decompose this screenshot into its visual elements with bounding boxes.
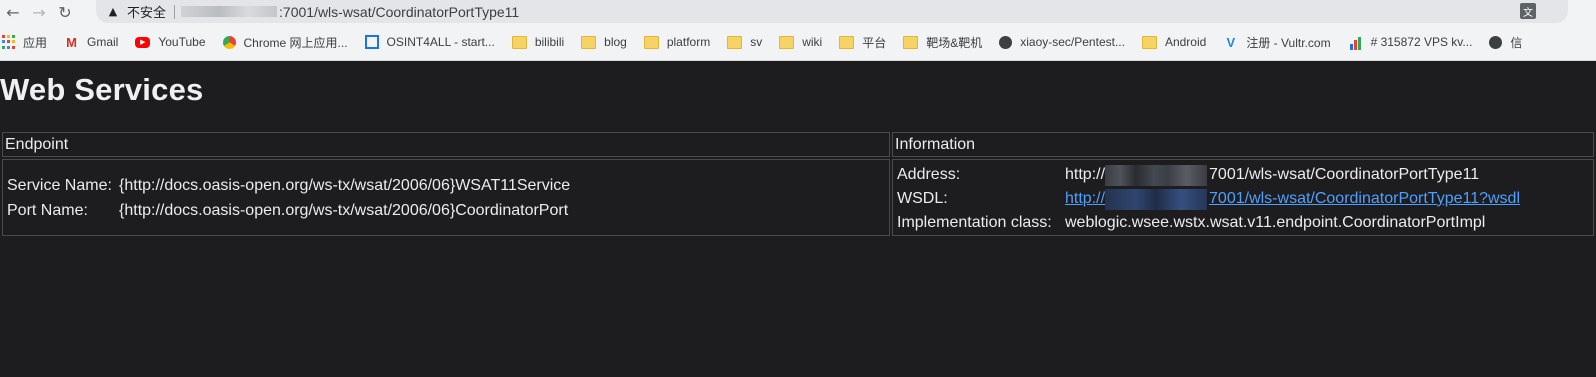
web-services-table: Endpoint Information Service Name: {http… bbox=[0, 130, 1596, 238]
port-name-label: Port Name: bbox=[7, 202, 88, 219]
bookmark-label: platform bbox=[666, 35, 711, 49]
github-icon bbox=[999, 35, 1013, 49]
bookmark-label: Android bbox=[1164, 35, 1207, 49]
address-prefix: http:// bbox=[1065, 165, 1106, 183]
address-bar[interactable]: ▲ 不安全 :7001/wls-wsat/CoordinatorPortType… bbox=[96, 0, 1568, 23]
bookmark-label: sv bbox=[750, 35, 763, 49]
wsdl-suffix[interactable]: 7001/wls-wsat/CoordinatorPortType11?wsdl bbox=[1209, 190, 1520, 207]
folder-icon bbox=[839, 35, 855, 50]
redacted-host bbox=[1105, 189, 1208, 211]
bookmark-label: blog bbox=[604, 35, 627, 49]
github-icon bbox=[1489, 35, 1503, 49]
wsdl-link[interactable]: http:// 7001/wls-wsat/CoordinatorPortType… bbox=[1065, 188, 1589, 211]
bookmarks-bar: 应用 M Gmail ▶ YouTube Chrome 网上应用... OSIN… bbox=[0, 24, 1596, 60]
bookmark-label: xiaoy-sec/Pentest... bbox=[1020, 35, 1125, 49]
page-title: Web Services bbox=[0, 72, 204, 107]
folder-icon bbox=[727, 35, 743, 50]
security-status-label[interactable]: 不安全 bbox=[127, 2, 166, 21]
bookmark-label: 平台 bbox=[862, 35, 887, 50]
folder-icon bbox=[643, 35, 659, 50]
bookmark-label: 注册 - Vultr.com bbox=[1246, 35, 1331, 50]
implementation-class-value: weblogic.wsee.wstx.wsat.v11.endpoint.Coo… bbox=[1065, 213, 1486, 231]
bookmark-youtube[interactable]: ▶ YouTube bbox=[135, 35, 206, 49]
browser-toolbar: ← → ↻ ▲ 不安全 :7001/wls-wsat/CoordinatorPo… bbox=[0, 0, 1596, 24]
folder-icon bbox=[903, 35, 919, 50]
chrome-webstore-icon bbox=[222, 35, 236, 49]
table-row: Service Name: {http://docs.oasis-open.or… bbox=[2, 159, 1594, 236]
bookmark-osint4all[interactable]: OSINT4ALL - start... bbox=[364, 35, 495, 49]
address-suffix: 7001/wls-wsat/CoordinatorPortType11 bbox=[1209, 165, 1480, 183]
bookmark-label: wiki bbox=[802, 35, 823, 49]
bookmark-bilibili[interactable]: bilibili bbox=[511, 35, 565, 50]
redacted-host bbox=[1105, 165, 1208, 187]
bookmark-platform[interactable]: platform bbox=[643, 35, 711, 50]
bookmark-label: YouTube bbox=[158, 35, 206, 49]
bookmark-sv[interactable]: sv bbox=[727, 35, 762, 50]
implementation-class-label: Implementation class: bbox=[897, 213, 1052, 231]
bookmark-pingtai[interactable]: 平台 bbox=[839, 34, 886, 51]
bookmark-gmail[interactable]: M Gmail bbox=[64, 35, 118, 50]
translate-icon[interactable]: 文 bbox=[1520, 3, 1536, 19]
bookmark-label: 信 bbox=[1510, 35, 1523, 50]
bookmark-chrome-webstore[interactable]: Chrome 网上应用... bbox=[222, 34, 348, 51]
table-header-row: Endpoint Information bbox=[2, 132, 1594, 157]
bookmark-label: Chrome 网上应用... bbox=[243, 35, 348, 50]
folder-icon bbox=[1141, 35, 1157, 50]
youtube-icon: ▶ bbox=[135, 36, 151, 48]
address-label: Address: bbox=[897, 165, 961, 183]
bookmark-label: Gmail bbox=[87, 35, 119, 49]
osint-icon bbox=[364, 35, 379, 49]
folder-icon bbox=[511, 35, 527, 50]
column-header-endpoint: Endpoint bbox=[2, 132, 890, 157]
gmail-icon: M bbox=[66, 34, 77, 50]
bookmark-label: 应用 bbox=[23, 35, 48, 50]
bookmark-xin[interactable]: 信 bbox=[1489, 34, 1522, 51]
endpoint-cell: Service Name: {http://docs.oasis-open.or… bbox=[2, 159, 890, 236]
back-arrow-icon[interactable]: ← bbox=[0, 1, 26, 23]
vultr-icon: V bbox=[1226, 34, 1236, 50]
bookmark-vps[interactable]: # 315872 VPS kv... bbox=[1348, 35, 1473, 50]
chart-bars-icon bbox=[1348, 35, 1363, 50]
bookmark-bachang[interactable]: 靶场&靶机 bbox=[903, 34, 982, 51]
browser-chrome: ← → ↻ ▲ 不安全 :7001/wls-wsat/CoordinatorPo… bbox=[0, 0, 1596, 61]
bookmark-label: # 315872 VPS kv... bbox=[1370, 35, 1473, 49]
service-name-label: Service Name: bbox=[7, 177, 112, 194]
redacted-host bbox=[181, 6, 278, 17]
port-name-value: {http://docs.oasis-open.org/ws-tx/wsat/2… bbox=[119, 202, 569, 219]
omnibox-divider bbox=[174, 4, 176, 19]
information-cell: Address: http:// 7001/wls-wsat/Coordinato… bbox=[892, 159, 1594, 236]
bookmark-label: 靶场&靶机 bbox=[926, 35, 983, 50]
bookmark-blog[interactable]: blog bbox=[581, 35, 627, 50]
bookmark-android[interactable]: Android bbox=[1141, 35, 1207, 50]
bookmark-github-pentest[interactable]: xiaoy-sec/Pentest... bbox=[999, 35, 1125, 49]
address-value: http:// 7001/wls-wsat/CoordinatorPortType… bbox=[1065, 164, 1589, 187]
forward-arrow-icon[interactable]: → bbox=[26, 1, 52, 23]
url-text[interactable]: :7001/wls-wsat/CoordinatorPortType11 bbox=[279, 4, 519, 20]
bookmark-apps[interactable]: 应用 bbox=[2, 34, 47, 51]
wsdl-label: WSDL: bbox=[897, 189, 948, 207]
service-name-value: {http://docs.oasis-open.org/ws-tx/wsat/2… bbox=[119, 177, 571, 194]
bookmark-label: OSINT4ALL - start... bbox=[386, 35, 495, 49]
column-header-information: Information bbox=[892, 132, 1594, 157]
warning-triangle-icon[interactable]: ▲ bbox=[105, 5, 121, 19]
wsdl-prefix[interactable]: http:// bbox=[1065, 190, 1105, 207]
reload-icon[interactable]: ↻ bbox=[52, 1, 78, 23]
bookmark-wiki[interactable]: wiki bbox=[779, 35, 822, 50]
apps-grid-icon bbox=[2, 34, 15, 50]
bookmark-vultr[interactable]: V 注册 - Vultr.com bbox=[1223, 34, 1330, 51]
bookmark-label: bilibili bbox=[534, 35, 565, 49]
folder-icon bbox=[581, 35, 597, 50]
folder-icon bbox=[779, 35, 795, 50]
